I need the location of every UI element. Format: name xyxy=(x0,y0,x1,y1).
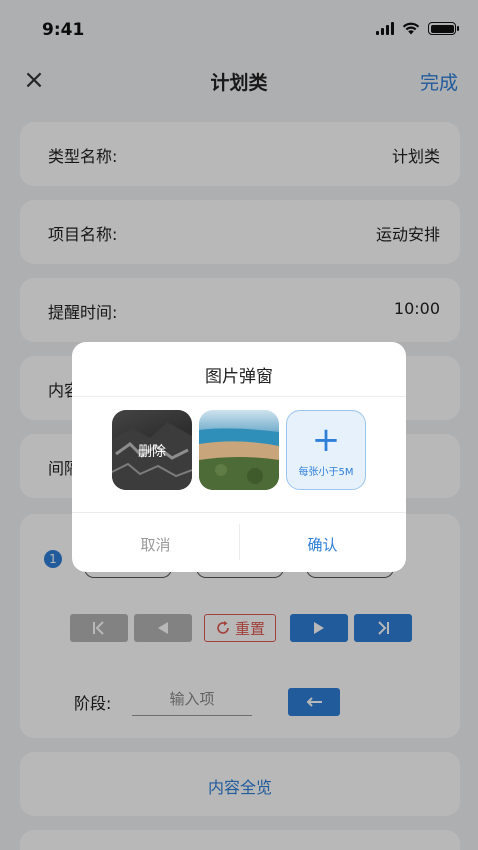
cancel-button[interactable]: 取消 xyxy=(72,534,239,555)
coastal-town-photo xyxy=(199,428,279,490)
image-thumbnail[interactable]: 删除 xyxy=(112,410,192,490)
add-image-hint: 每张小于5M xyxy=(298,467,354,478)
image-thumbnail[interactable] xyxy=(199,410,279,490)
divider xyxy=(72,396,406,397)
delete-image-button[interactable]: 删除 xyxy=(112,441,192,461)
confirm-button[interactable]: 确认 xyxy=(239,534,406,555)
divider xyxy=(72,512,406,513)
plus-icon: + xyxy=(311,420,341,460)
image-modal: 图片弹窗 删除 + 每张小于5M 取消 确认 xyxy=(72,342,406,572)
modal-title: 图片弹窗 xyxy=(205,367,273,387)
add-image-button[interactable]: + 每张小于5M xyxy=(286,410,366,490)
